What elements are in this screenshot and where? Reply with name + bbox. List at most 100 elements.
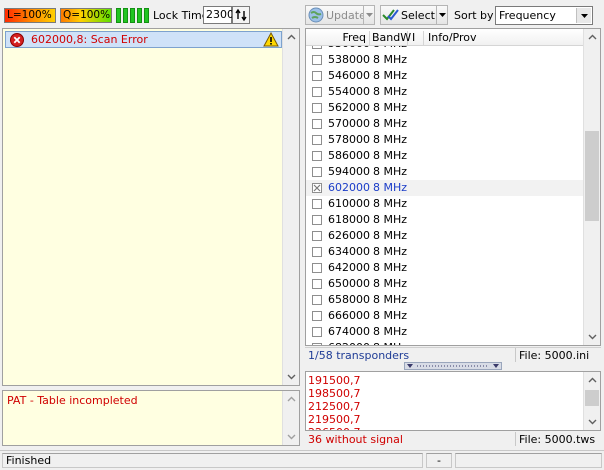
table-row[interactable]: 570000 8 MHz <box>306 116 585 132</box>
warning-icon <box>263 32 279 47</box>
table-row[interactable]: 554000 8 MHz <box>306 84 585 100</box>
table-row[interactable]: 562000 8 MHz <box>306 100 585 116</box>
no-signal-scrollbar[interactable] <box>583 372 600 430</box>
table-row[interactable]: 618000 8 MHz <box>306 212 585 228</box>
scan-error-scrollbar[interactable] <box>282 29 299 385</box>
list-item[interactable]: 226500,7 <box>308 426 361 430</box>
row-checkbox[interactable] <box>312 167 322 177</box>
scroll-down-icon[interactable] <box>588 419 597 425</box>
row-bandwidth: 8 MHz <box>373 101 408 114</box>
row-checkbox[interactable] <box>312 71 322 81</box>
table-row[interactable]: 674000 8 MHz <box>306 324 585 340</box>
row-frequency: 642000 <box>328 261 370 274</box>
row-frequency: 562000 <box>328 101 370 114</box>
transponder-table[interactable]: 5300008 MHz5380008 MHz5460008 MHz5540008… <box>305 28 601 346</box>
row-frequency: 674000 <box>328 325 370 338</box>
table-row[interactable]: 650000 8 MHz <box>306 276 585 292</box>
row-checkbox[interactable] <box>312 295 322 305</box>
row-checkbox[interactable] <box>312 279 322 289</box>
column-header-i[interactable]: I <box>408 31 424 45</box>
row-bandwidth: 8 MHz <box>373 165 408 178</box>
update-dropdown-button[interactable] <box>363 5 375 25</box>
chevron-down-icon <box>365 13 373 17</box>
table-row[interactable]: 586000 8 MHz <box>306 148 585 164</box>
row-checkbox[interactable] <box>312 247 322 257</box>
table-row[interactable]: 6820008 MHz <box>306 340 585 345</box>
row-checkbox[interactable] <box>312 151 322 161</box>
panel-splitter[interactable] <box>404 362 502 370</box>
transponder-table-header: Freq BandW I Info/Prov <box>306 29 585 46</box>
table-row[interactable]: 594000 8 MHz <box>306 164 585 180</box>
scrollbar-thumb[interactable] <box>585 131 599 221</box>
row-checkbox[interactable] <box>312 87 322 97</box>
sort-by-select[interactable]: Frequency <box>495 6 593 25</box>
row-frequency: 634000 <box>328 245 370 258</box>
transponder-scrollbar[interactable] <box>583 29 600 345</box>
row-frequency: 626000 <box>328 229 370 242</box>
scroll-down-icon[interactable] <box>287 374 296 380</box>
no-signal-status: 36 without signal File: 5000.tws <box>305 432 601 446</box>
row-checkbox[interactable] <box>312 215 322 225</box>
row-bandwidth: 8 MHz <box>373 245 408 258</box>
select-dropdown-button[interactable] <box>436 5 448 25</box>
row-bandwidth: 8 MHz <box>373 341 407 345</box>
row-bandwidth: 8 MHz <box>373 197 408 210</box>
table-row[interactable]: 610000 8 MHz <box>306 196 585 212</box>
lock-time-spinner[interactable] <box>232 6 250 24</box>
table-row[interactable]: 642000 8 MHz <box>306 260 585 276</box>
row-checkbox[interactable] <box>312 135 322 145</box>
column-header-freq[interactable]: Freq <box>306 31 370 45</box>
scroll-up-icon[interactable] <box>588 377 597 383</box>
list-item[interactable]: 212500,7 <box>308 400 361 413</box>
row-checkbox[interactable] <box>312 343 322 345</box>
signal-quality-indicator: Q=100% <box>60 8 112 23</box>
column-header-info[interactable]: Info/Prov <box>424 31 524 45</box>
lock-time-label: Lock Time <box>153 9 209 22</box>
row-checkbox[interactable] <box>312 231 322 241</box>
row-frequency: 618000 <box>328 213 370 226</box>
table-row[interactable]: 578000 8 MHz <box>306 132 585 148</box>
row-frequency: 546000 <box>328 69 370 82</box>
column-header-bandwidth[interactable]: BandW <box>370 31 411 45</box>
spin-arrows-icon <box>235 8 247 22</box>
row-checkbox[interactable] <box>312 55 322 65</box>
row-checkbox[interactable] <box>312 327 322 337</box>
scrollbar-thumb[interactable] <box>585 390 599 406</box>
select-button-label: Select <box>401 8 435 22</box>
table-row[interactable]: 546000 8 MHz <box>306 68 585 84</box>
scroll-down-icon[interactable] <box>588 334 597 340</box>
row-checkbox[interactable] <box>312 183 322 193</box>
row-checkbox[interactable] <box>312 119 322 129</box>
table-row[interactable]: 634000 8 MHz <box>306 244 585 260</box>
row-frequency: 658000 <box>328 293 370 306</box>
lock-time-input[interactable]: 2300 <box>203 6 234 24</box>
status-bar: Finished - <box>0 450 604 470</box>
scroll-up-icon[interactable] <box>287 34 296 40</box>
row-checkbox[interactable] <box>312 103 322 113</box>
chevron-down-icon <box>580 13 588 18</box>
table-row[interactable]: 658000 8 MHz <box>306 292 585 308</box>
scroll-up-icon[interactable] <box>287 396 296 402</box>
list-item[interactable]: 198500,7 <box>308 387 361 400</box>
scroll-up-icon[interactable] <box>588 34 597 40</box>
list-item[interactable]: 191500,7 <box>308 374 361 387</box>
list-item[interactable]: 219500,7 <box>308 413 361 426</box>
sort-dropdown-arrow[interactable] <box>576 8 591 23</box>
scan-error-list[interactable]: 602000,8: Scan Error <box>2 28 300 386</box>
status-cell-2: - <box>426 453 452 468</box>
scan-error-text: 602000,8: Scan Error <box>31 33 148 46</box>
table-row[interactable]: 626000 8 MHz <box>306 228 585 244</box>
row-checkbox[interactable] <box>312 199 322 209</box>
transponder-count: 1/58 transponders <box>308 349 410 362</box>
table-row[interactable]: 538000 8 MHz <box>306 52 585 68</box>
no-signal-list[interactable]: 191500,7198500,7212500,7219500,7226500,7 <box>305 371 601 431</box>
row-checkbox[interactable] <box>312 263 322 273</box>
message-panel: PAT - Table incompleted <box>2 390 300 446</box>
scroll-down-icon[interactable] <box>287 434 296 440</box>
table-row[interactable]: 666000 8 MHz <box>306 308 585 324</box>
row-checkbox[interactable] <box>312 311 322 321</box>
list-item[interactable]: 602000,8: Scan Error <box>5 31 282 48</box>
message-scrollbar[interactable] <box>282 391 299 445</box>
table-row[interactable]: 602000 8 MHz <box>306 180 585 196</box>
row-bandwidth: 8 MHz <box>373 325 408 338</box>
